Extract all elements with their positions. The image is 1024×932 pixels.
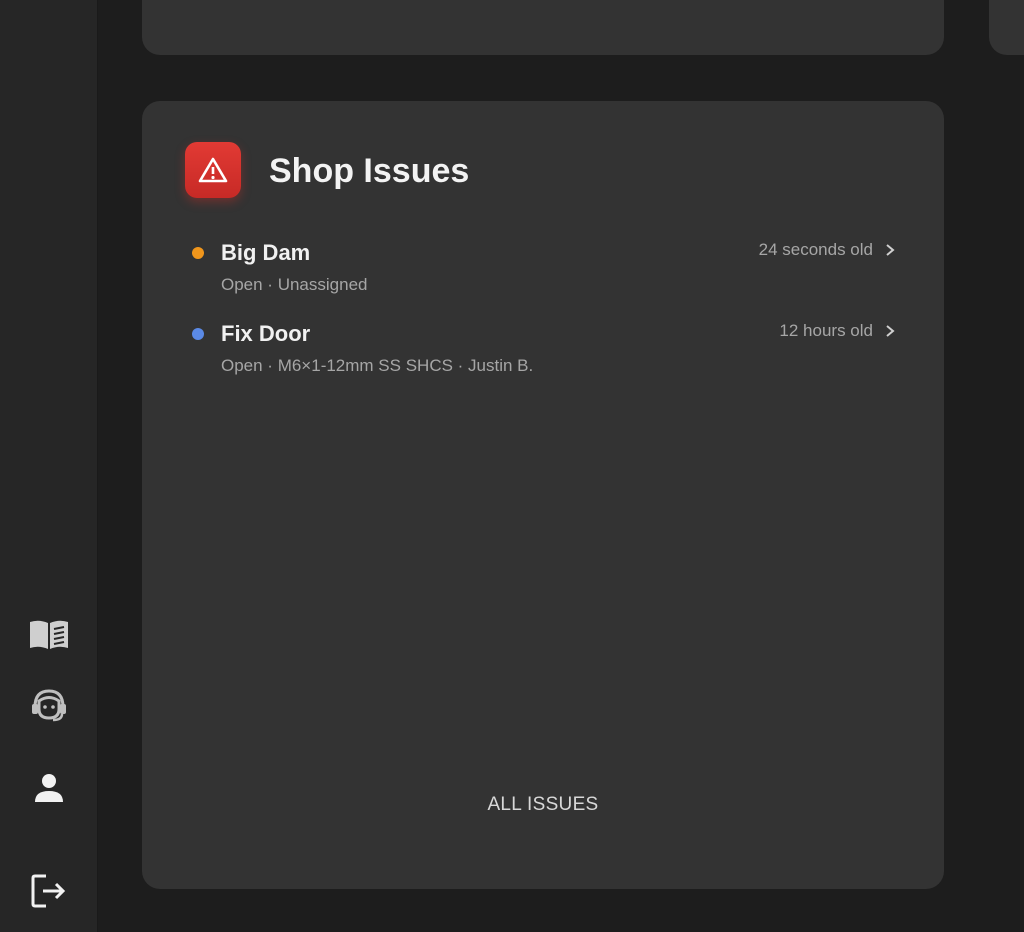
sidebar-item-profile[interactable]	[0, 758, 98, 818]
issue-age: 12 hours old	[779, 321, 873, 340]
all-issues-link[interactable]: ALL ISSUES	[142, 793, 944, 817]
logout-icon	[31, 874, 66, 908]
support-agent-icon	[32, 689, 66, 722]
status-dot	[192, 247, 204, 259]
warning-icon	[185, 142, 241, 198]
chevron-right-icon	[886, 325, 895, 337]
sidebar-item-logout[interactable]	[0, 861, 98, 921]
issue-meta: Open · Unassigned	[221, 275, 368, 294]
issue-row-fix-door[interactable]: Fix Door Open · M6×1-12mm SS SHCS · Just…	[178, 317, 898, 381]
sidebar-item-support[interactable]	[0, 675, 98, 735]
issue-name: Fix Door	[221, 321, 311, 346]
sidebar	[0, 0, 98, 932]
sidebar-item-docs[interactable]	[0, 605, 98, 665]
shop-issues-card: Shop Issues Big Dam Open · Unassigned 24…	[142, 101, 944, 889]
chevron-right-icon	[886, 244, 895, 256]
issue-meta: Open · M6×1-12mm SS SHCS · Justin B.	[221, 356, 534, 375]
issue-age: 24 seconds old	[758, 240, 873, 259]
card-title: Shop Issues	[269, 152, 470, 190]
user-icon	[35, 774, 63, 802]
dashboard-card-right	[989, 0, 1024, 55]
dashboard-card-top	[142, 0, 944, 55]
status-dot	[192, 328, 204, 340]
issue-row-big-dam[interactable]: Big Dam Open · Unassigned 24 seconds old	[178, 236, 898, 300]
book-icon	[30, 620, 68, 649]
issue-name: Big Dam	[221, 240, 311, 265]
